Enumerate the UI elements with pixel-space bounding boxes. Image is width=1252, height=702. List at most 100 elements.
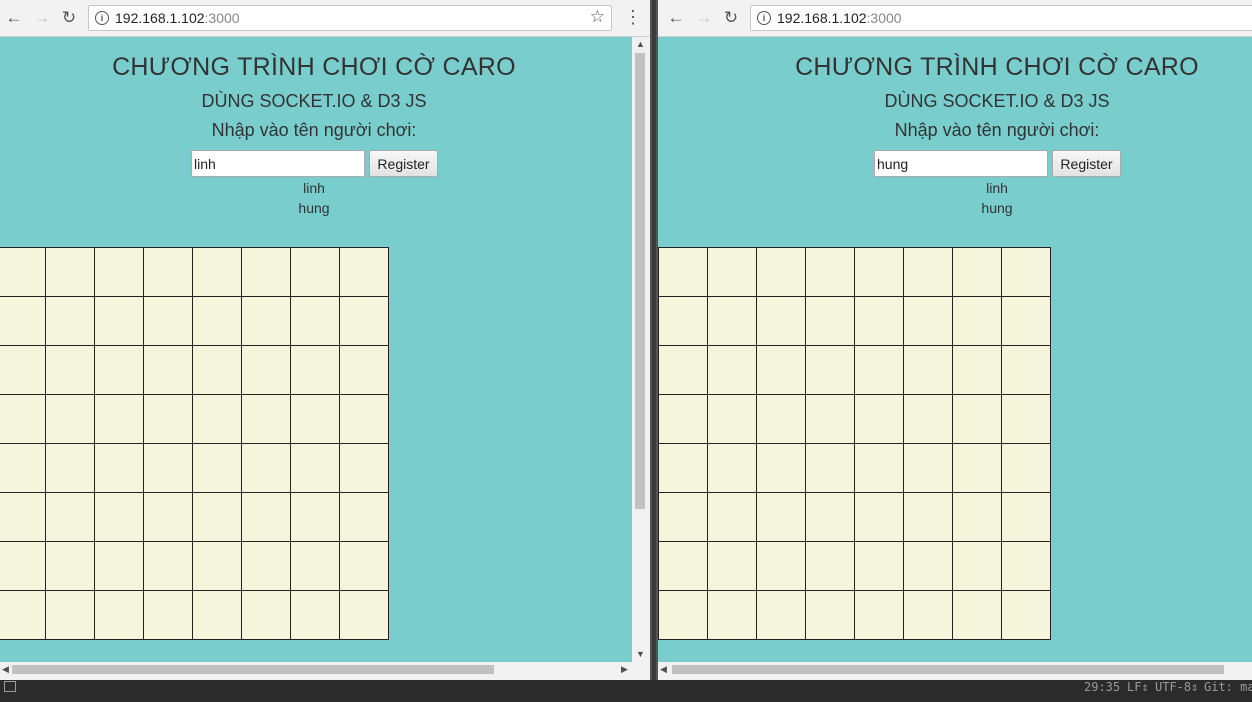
board-cell[interactable] bbox=[143, 296, 193, 346]
board-cell[interactable] bbox=[94, 345, 144, 395]
board-cell[interactable] bbox=[952, 296, 1002, 346]
board-cell[interactable] bbox=[756, 492, 806, 542]
board-cell[interactable] bbox=[805, 394, 855, 444]
board-cell[interactable] bbox=[658, 247, 708, 297]
board-cell[interactable] bbox=[94, 541, 144, 591]
board-cell[interactable] bbox=[903, 345, 953, 395]
board-cell[interactable] bbox=[854, 394, 904, 444]
kebab-menu-icon[interactable]: ⋮ bbox=[624, 7, 642, 29]
board-cell[interactable] bbox=[756, 394, 806, 444]
board-cell[interactable] bbox=[290, 541, 340, 591]
board-cell[interactable] bbox=[0, 296, 46, 346]
board-cell[interactable] bbox=[756, 247, 806, 297]
board-cell[interactable] bbox=[339, 345, 389, 395]
panel-toggle-icon[interactable] bbox=[4, 681, 16, 692]
board-cell[interactable] bbox=[143, 345, 193, 395]
board-cell[interactable] bbox=[192, 443, 242, 493]
board-cell[interactable] bbox=[854, 296, 904, 346]
board-cell[interactable] bbox=[241, 590, 291, 640]
board-cell[interactable] bbox=[952, 247, 1002, 297]
board-cell[interactable] bbox=[805, 492, 855, 542]
board-cell[interactable] bbox=[339, 492, 389, 542]
forward-arrow-icon[interactable]: → bbox=[694, 8, 714, 28]
board-cell[interactable] bbox=[903, 541, 953, 591]
board-cell[interactable] bbox=[192, 247, 242, 297]
board-cell[interactable] bbox=[707, 541, 757, 591]
board-cell[interactable] bbox=[45, 443, 95, 493]
board-cell[interactable] bbox=[1001, 590, 1051, 640]
board-cell[interactable] bbox=[658, 443, 708, 493]
board-cell[interactable] bbox=[756, 296, 806, 346]
board-cell[interactable] bbox=[952, 590, 1002, 640]
board-cell[interactable] bbox=[658, 394, 708, 444]
scroll-right-arrow-icon[interactable]: ▶ bbox=[621, 664, 628, 674]
board-cell[interactable] bbox=[952, 394, 1002, 444]
scroll-down-arrow-icon[interactable]: ▼ bbox=[636, 649, 645, 659]
board-cell[interactable] bbox=[290, 394, 340, 444]
board-cell[interactable] bbox=[854, 492, 904, 542]
board-cell[interactable] bbox=[756, 345, 806, 395]
board-cell[interactable] bbox=[658, 492, 708, 542]
board-cell[interactable] bbox=[290, 345, 340, 395]
board-cell[interactable] bbox=[0, 541, 46, 591]
board-cell[interactable] bbox=[143, 541, 193, 591]
board-cell[interactable] bbox=[805, 247, 855, 297]
horizontal-scrollbar[interactable]: ◀ bbox=[658, 662, 1252, 677]
board-cell[interactable] bbox=[192, 492, 242, 542]
board-cell[interactable] bbox=[903, 443, 953, 493]
board-cell[interactable] bbox=[241, 247, 291, 297]
board-cell[interactable] bbox=[94, 247, 144, 297]
board-cell[interactable] bbox=[952, 541, 1002, 591]
board-cell[interactable] bbox=[805, 590, 855, 640]
horizontal-scroll-thumb[interactable] bbox=[12, 665, 494, 674]
board-cell[interactable] bbox=[903, 296, 953, 346]
board-cell[interactable] bbox=[854, 443, 904, 493]
board-cell[interactable] bbox=[339, 394, 389, 444]
board-cell[interactable] bbox=[0, 345, 46, 395]
cursor-position[interactable]: 29:35 bbox=[1084, 680, 1120, 694]
board-cell[interactable] bbox=[94, 590, 144, 640]
board-cell[interactable] bbox=[143, 590, 193, 640]
scroll-left-arrow-icon[interactable]: ◀ bbox=[2, 664, 9, 674]
vertical-scrollbar[interactable]: ▲ ▼ bbox=[632, 37, 648, 662]
board-cell[interactable] bbox=[1001, 541, 1051, 591]
back-arrow-icon[interactable]: ← bbox=[4, 8, 24, 28]
board-cell[interactable] bbox=[192, 590, 242, 640]
line-ending[interactable]: LF⇕ bbox=[1127, 680, 1149, 694]
board-cell[interactable] bbox=[854, 541, 904, 591]
board-cell[interactable] bbox=[143, 443, 193, 493]
board-cell[interactable] bbox=[952, 345, 1002, 395]
vertical-scroll-thumb[interactable] bbox=[635, 53, 645, 509]
board-cell[interactable] bbox=[45, 345, 95, 395]
board-cell[interactable] bbox=[241, 394, 291, 444]
board-cell[interactable] bbox=[658, 345, 708, 395]
board-cell[interactable] bbox=[290, 443, 340, 493]
board-cell[interactable] bbox=[756, 590, 806, 640]
board-cell[interactable] bbox=[658, 590, 708, 640]
board-cell[interactable] bbox=[903, 247, 953, 297]
board-cell[interactable] bbox=[339, 443, 389, 493]
board-cell[interactable] bbox=[707, 492, 757, 542]
board-cell[interactable] bbox=[903, 492, 953, 542]
board-cell[interactable] bbox=[143, 492, 193, 542]
board-cell[interactable] bbox=[0, 443, 46, 493]
scroll-up-arrow-icon[interactable]: ▲ bbox=[636, 39, 645, 49]
address-bar[interactable]: i 192.168.1.102:3000 ☆ bbox=[88, 5, 612, 31]
board-cell[interactable] bbox=[192, 345, 242, 395]
board-cell[interactable] bbox=[903, 590, 953, 640]
board-cell[interactable] bbox=[339, 541, 389, 591]
scroll-left-arrow-icon[interactable]: ◀ bbox=[660, 664, 667, 674]
board-cell[interactable] bbox=[339, 247, 389, 297]
board-cell[interactable] bbox=[658, 296, 708, 346]
board-cell[interactable] bbox=[0, 394, 46, 444]
board-cell[interactable] bbox=[756, 443, 806, 493]
board-cell[interactable] bbox=[805, 443, 855, 493]
board-cell[interactable] bbox=[756, 541, 806, 591]
reload-icon[interactable]: ↻ bbox=[59, 8, 79, 28]
window-divider[interactable] bbox=[650, 0, 658, 680]
board-cell[interactable] bbox=[45, 541, 95, 591]
board-cell[interactable] bbox=[143, 394, 193, 444]
register-button[interactable]: Register bbox=[1052, 150, 1121, 177]
board-cell[interactable] bbox=[339, 296, 389, 346]
board-cell[interactable] bbox=[94, 492, 144, 542]
